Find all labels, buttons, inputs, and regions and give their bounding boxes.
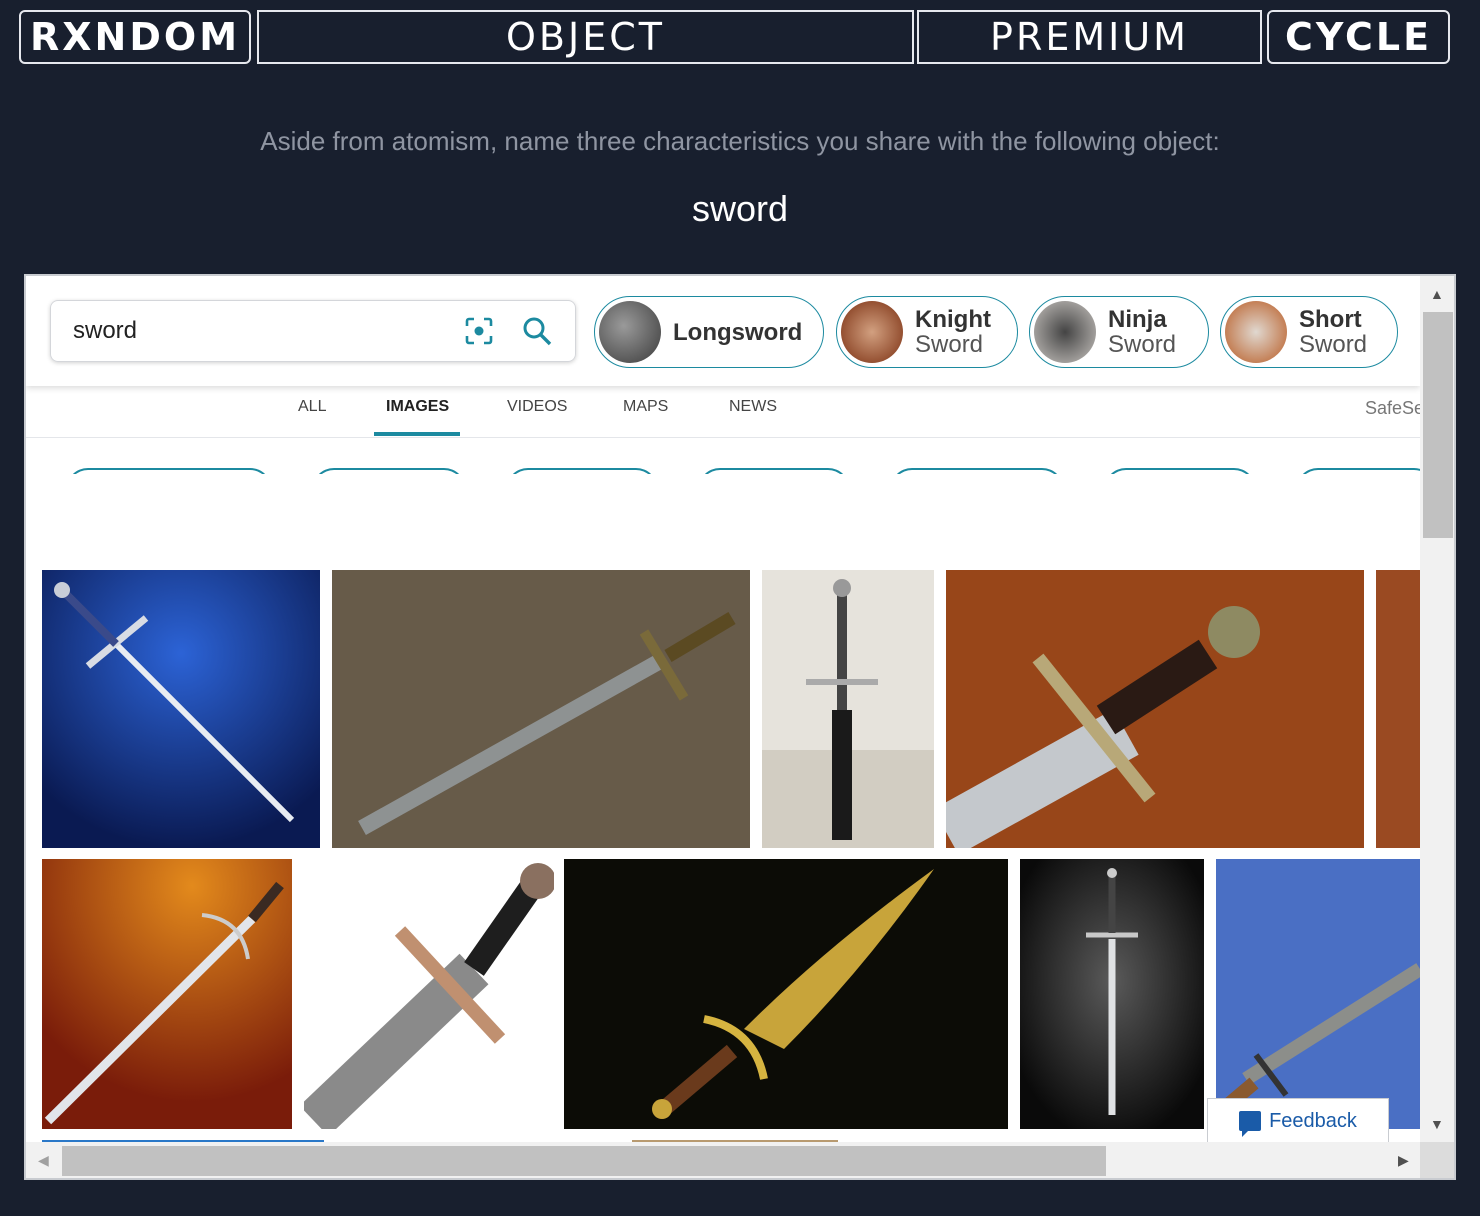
suggestion-sublabel: Sword — [915, 331, 984, 358]
nav-random-button[interactable]: RXNDOM — [19, 10, 251, 64]
result-image[interactable] — [42, 859, 292, 1129]
tab-images[interactable]: IMAGES — [386, 398, 449, 416]
result-image[interactable] — [564, 859, 1008, 1129]
camera-scan-icon[interactable] — [459, 311, 499, 351]
suggestion-label: Longsword — [673, 318, 803, 346]
vertical-scrollbar-thumb[interactable] — [1423, 312, 1453, 538]
feedback-button[interactable]: Feedback — [1207, 1098, 1389, 1142]
suggestion-label: Short — [1299, 306, 1362, 333]
suggestion-chip-knight-sword[interactable]: Knight Sword — [836, 296, 1018, 368]
suggestion-thumbnail — [1034, 301, 1096, 363]
horizontal-scrollbar-thumb[interactable] — [62, 1146, 1106, 1176]
tab-all[interactable]: ALL — [298, 398, 326, 416]
result-image[interactable] — [304, 859, 554, 1129]
suggestion-chip-longsword[interactable]: Longsword — [594, 296, 824, 368]
nav-cycle-button[interactable]: CYCLE — [1267, 10, 1450, 64]
nav-premium-button[interactable]: PREMIUM — [917, 10, 1262, 64]
search-tabs: ALL IMAGES VIDEOS MAPS NEWS SafeSe — [26, 386, 1420, 438]
chat-bubble-icon — [1239, 1111, 1262, 1137]
result-image[interactable] — [1376, 570, 1420, 848]
active-tab-indicator — [374, 432, 460, 436]
search-input[interactable]: sword — [50, 300, 576, 362]
filter-row-mask — [26, 474, 1420, 514]
suggestion-sublabel: Sword — [1108, 331, 1177, 358]
suggestion-chip-ninja-sword[interactable]: Ninja Sword — [1029, 296, 1209, 368]
scroll-left-arrow-icon[interactable]: ◀ — [38, 1152, 49, 1169]
result-image[interactable] — [762, 570, 934, 848]
result-image[interactable] — [1216, 859, 1420, 1129]
suggestion-label: Ninja — [1108, 306, 1167, 333]
result-image[interactable] — [332, 570, 750, 848]
result-image[interactable] — [1020, 859, 1204, 1129]
safesearch-toggle[interactable]: SafeSe — [1365, 398, 1420, 419]
scroll-right-arrow-icon[interactable]: ▶ — [1398, 1152, 1409, 1169]
scroll-down-arrow-icon[interactable]: ▼ — [1430, 1116, 1444, 1132]
suggestion-label: Knight — [915, 306, 991, 333]
suggestion-chip-short-sword[interactable]: Short Sword — [1220, 296, 1398, 368]
suggestion-thumbnail — [1225, 301, 1287, 363]
question-prompt: Aside from atomism, name three character… — [260, 126, 1220, 156]
search-header: sword Longsword KnightSword NinjaSword — [26, 276, 1420, 386]
search-query: sword — [73, 317, 138, 344]
search-icon[interactable] — [517, 311, 557, 351]
scroll-up-arrow-icon[interactable]: ▲ — [1430, 286, 1444, 302]
suggestion-thumbnail — [599, 301, 661, 363]
result-image[interactable] — [42, 570, 320, 848]
embedded-browser: sword Longsword KnightSword NinjaSword — [24, 274, 1456, 1180]
tab-videos[interactable]: VIDEOS — [507, 398, 567, 416]
result-image[interactable] — [946, 570, 1364, 848]
tab-news[interactable]: NEWS — [729, 398, 777, 416]
scrollbar-corner — [1420, 1142, 1454, 1178]
suggestion-thumbnail — [841, 301, 903, 363]
object-word: sword — [691, 188, 789, 229]
feedback-label: Feedback — [1269, 1109, 1357, 1132]
search-results-viewport: sword Longsword KnightSword NinjaSword — [26, 276, 1420, 1142]
suggestion-sublabel: Sword — [1299, 331, 1368, 358]
nav-object-button[interactable]: OBJECT — [257, 10, 914, 64]
tab-maps[interactable]: MAPS — [623, 398, 668, 416]
